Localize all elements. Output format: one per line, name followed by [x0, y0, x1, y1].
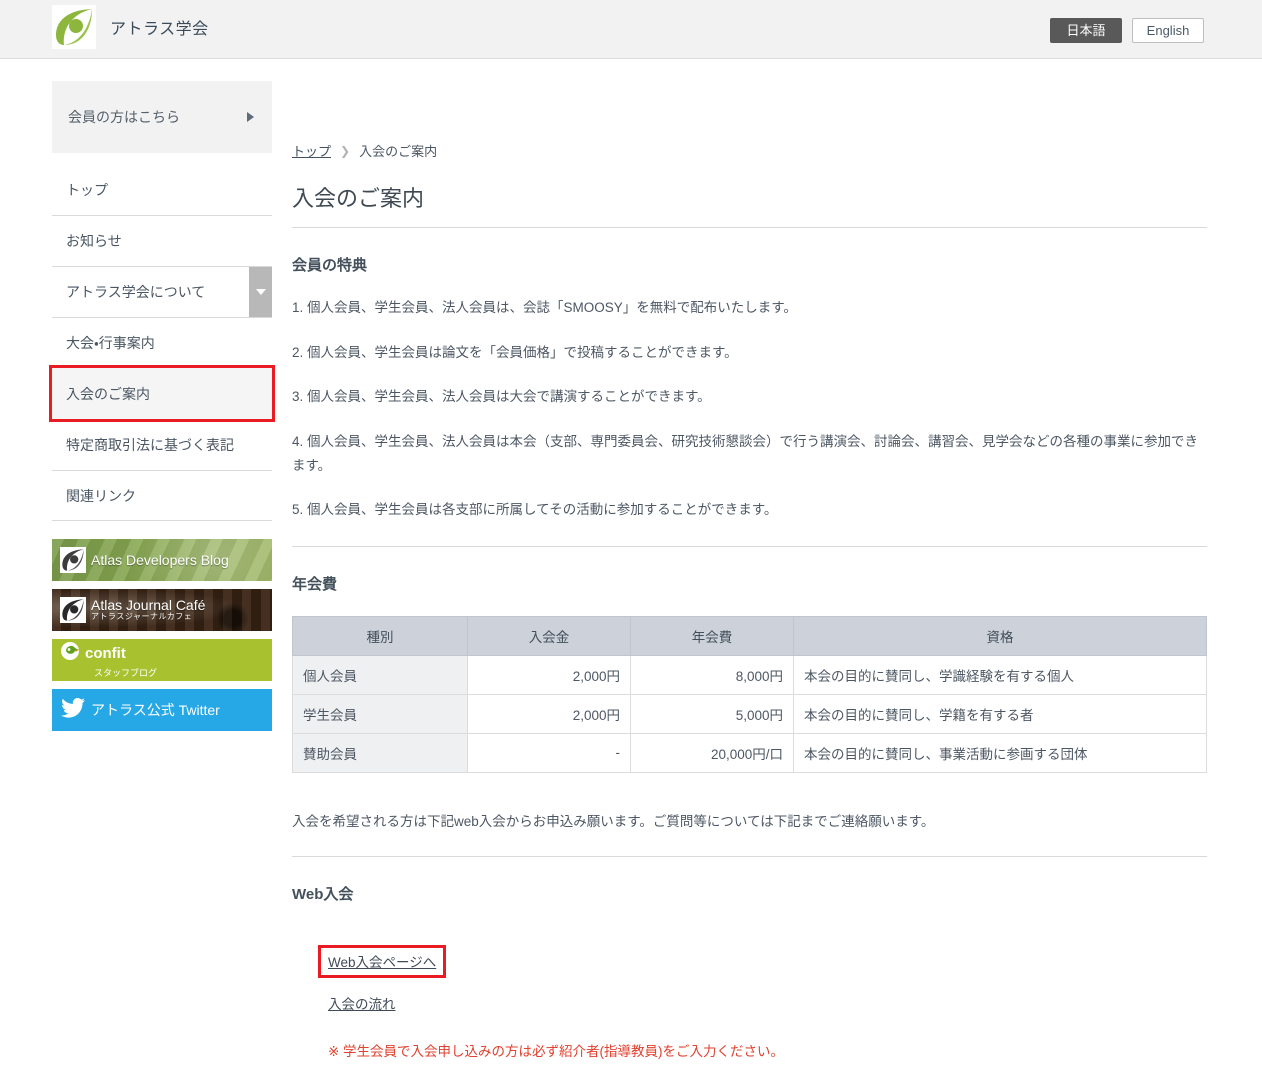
column-header-annual: 年会費 [630, 615, 794, 656]
cell-annual-fee: 8,000円 [630, 654, 794, 695]
cell-entry-fee: - [467, 732, 631, 773]
benefit-item: 5. 個人会員、学生会員は各支部に所属してその活動に参加することができます。 [292, 502, 778, 518]
cell-annual-fee: 20,000円/口 [630, 732, 794, 773]
language-switcher: 日本語 English [1050, 18, 1204, 43]
atlas-leaf-logo-icon [60, 547, 86, 573]
web-application-links: Web入会ページへ 入会の流れ ※ 学生会員で入会申し込みの方は必ず紹介者(指導… [292, 930, 1207, 1060]
banner-atlas-developers-blog[interactable]: Atlas Developers Blog [52, 539, 272, 581]
sidebar-item-label: 特定商取引法に基づく表記 [66, 437, 234, 453]
cell-annual-fee: 5,000円 [630, 693, 794, 734]
cell-kind: 学生会員 [292, 693, 468, 734]
cell-qualification: 本会の目的に賛同し、学識経験を有する個人 [793, 654, 1207, 695]
sidebar: 会員の方はこちら トップ お知らせ アトラス学会について 大会・行事案内 入会の… [49, 81, 275, 739]
atlas-leaf-logo-icon [52, 5, 96, 49]
column-header-entry: 入会金 [467, 615, 631, 656]
membership-fee-table: 種別 入会金 年会費 資格 個人会員 2,000円 8,000円 本会の目的に賛… [292, 615, 1207, 773]
banner-atlas-journal-cafe[interactable]: Atlas Journal Café アトラスジャーナルカフェ [52, 589, 272, 631]
sidebar-nav: トップ お知らせ アトラス学会について 大会・行事案内 入会のご案内 特定商取引… [49, 164, 275, 521]
banner-title: アトラス公式 Twitter [91, 701, 220, 718]
benefit-item: 2. 個人会員、学生会員は論文を「会員価格」で投稿することができます。 [292, 344, 738, 360]
confit-bird-icon [60, 641, 82, 665]
sidebar-item-top[interactable]: トップ [52, 164, 272, 215]
triangle-right-icon [247, 112, 254, 122]
breadcrumb-home-link[interactable]: トップ [292, 141, 331, 160]
member-box-label: 会員の方はこちら [68, 109, 180, 125]
sidebar-item-label: アトラス学会について [66, 284, 206, 300]
banner-title-group: Atlas Journal Café アトラスジャーナルカフェ [91, 598, 205, 621]
column-header-qualification: 資格 [793, 615, 1207, 656]
table-header-row: 種別 入会金 年会費 資格 [292, 615, 1207, 656]
sidebar-item-events[interactable]: 大会・行事案内 [52, 317, 272, 368]
table-row: 賛助会員 - 20,000円/口 本会の目的に賛同し、事業活動に参画する団体 [292, 732, 1207, 773]
web-application-link[interactable]: Web入会ページへ [328, 951, 436, 971]
sidebar-item-membership-guide[interactable]: 入会のご案内 [49, 365, 275, 422]
contact-note: 入会を希望される方は下記web入会からお申込み願います。ご質問等については下記ま… [292, 811, 1207, 857]
banner-subtitle: スタッフブログ [94, 668, 158, 678]
breadcrumb: トップ ❯ 入会のご案内 [292, 141, 1207, 160]
web-application-link-wrapper[interactable]: Web入会ページへ [317, 944, 447, 978]
confit-word: confit [60, 641, 196, 665]
banner-confit-staff-blog[interactable]: confit スタッフブログ [52, 639, 272, 681]
lang-button-en[interactable]: English [1132, 18, 1204, 43]
cell-entry-fee: 2,000円 [467, 654, 631, 695]
lang-button-ja[interactable]: 日本語 [1050, 18, 1122, 43]
benefit-item: 1. 個人会員、学生会員、法人会員は、会誌「SMOOSY」を無料で配布いたします… [292, 300, 797, 315]
sidebar-banners: Atlas Developers Blog Atlas Journal Café… [52, 539, 272, 731]
twitter-bird-icon [60, 697, 86, 723]
site-header: アトラス学会 日本語 English [0, 0, 1262, 59]
application-flow-link[interactable]: 入会の流れ [328, 993, 396, 1013]
web-application-heading: Web入会 [292, 885, 354, 903]
atlas-leaf-logo-icon [60, 597, 86, 623]
sidebar-item-commercial-law[interactable]: 特定商取引法に基づく表記 [52, 419, 272, 470]
cell-kind: 個人会員 [292, 654, 468, 695]
cell-kind: 賛助会員 [292, 732, 468, 773]
page-title: 入会のご案内 [292, 181, 1207, 228]
sidebar-item-label: 入会のご案内 [66, 385, 150, 402]
student-referrer-warning: ※ 学生会員で入会申し込みの方は必ず紹介者(指導教員)をご入力ください。 [328, 1043, 785, 1059]
sidebar-item-label: 大会・行事案内 [66, 335, 155, 351]
sidebar-item-label: お知らせ [66, 233, 122, 249]
banner-title: Atlas Developers Blog [91, 551, 229, 568]
chevron-right-icon: ❯ [340, 143, 351, 158]
sidebar-item-about[interactable]: アトラス学会について [52, 266, 272, 317]
application-flow-link-wrapper[interactable]: 入会の流れ [328, 993, 1207, 1014]
fee-heading: 年会費 [292, 575, 338, 593]
sidebar-about-expand-button[interactable] [249, 267, 272, 317]
brand[interactable]: アトラス学会 [52, 5, 209, 49]
banner-subtitle: アトラスジャーナルカフェ [91, 612, 193, 622]
sidebar-member-login-box[interactable]: 会員の方はこちら [52, 81, 272, 153]
cell-qualification: 本会の目的に賛同し、学籍を有する者 [793, 693, 1207, 734]
chevron-down-icon [255, 289, 266, 295]
table-row: 学生会員 2,000円 5,000円 本会の目的に賛同し、学籍を有する者 [292, 693, 1207, 734]
page-body: 会員の方はこちら トップ お知らせ アトラス学会について 大会・行事案内 入会の… [0, 59, 1262, 1080]
sidebar-item-label: トップ [66, 181, 108, 198]
main-content: トップ ❯ 入会のご案内 入会のご案内 会員の特典 1. 個人会員、学生会員、法… [292, 59, 1207, 1060]
sidebar-item-news[interactable]: お知らせ [52, 215, 272, 266]
sidebar-item-related-links[interactable]: 関連リンク [52, 470, 272, 521]
banner-title: confit [85, 644, 126, 662]
cell-entry-fee: 2,000円 [467, 693, 631, 734]
cell-qualification: 本会の目的に賛同し、事業活動に参画する団体 [793, 732, 1207, 773]
section-divider [292, 545, 1207, 547]
table-row: 個人会員 2,000円 8,000円 本会の目的に賛同し、学識経験を有する個人 [292, 654, 1207, 695]
benefits-heading: 会員の特典 [292, 257, 368, 274]
brand-name: アトラス学会 [110, 21, 209, 38]
benefit-item: 4. 個人会員、学生会員、法人会員は本会（支部、専門委員会、研究技術懇談会）で行… [292, 433, 1199, 473]
column-header-kind: 種別 [292, 615, 468, 656]
breadcrumb-current: 入会のご案内 [359, 144, 438, 159]
benefit-item: 3. 個人会員、学生会員、法人会員は大会で講演することができます。 [292, 389, 711, 405]
sidebar-item-label: 関連リンク [66, 487, 136, 504]
confit-banner-text: confit スタッフブログ [52, 641, 196, 679]
banner-atlas-official-twitter[interactable]: アトラス公式 Twitter [52, 689, 272, 731]
